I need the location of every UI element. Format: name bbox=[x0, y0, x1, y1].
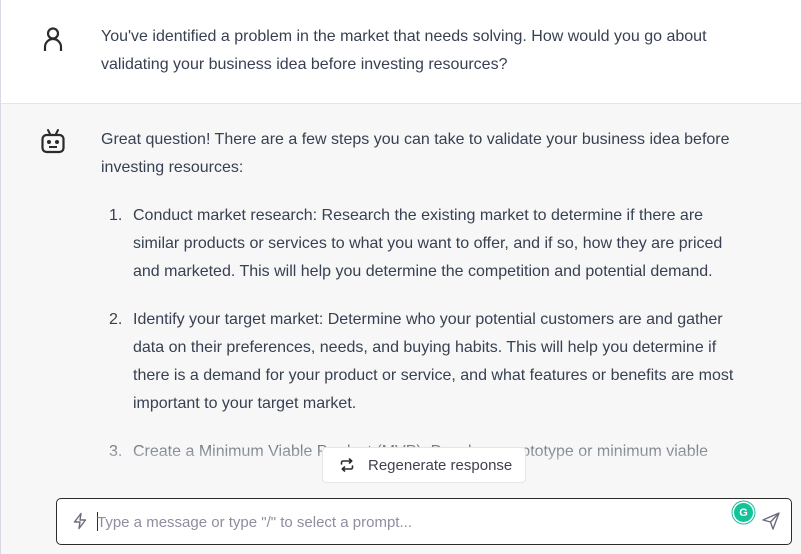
step-text: Identify your target market: Determine w… bbox=[133, 311, 734, 412]
steps-list: 1. Conduct market research: Research the… bbox=[101, 202, 741, 466]
composer: G bbox=[56, 498, 792, 545]
user-message-text: You've identified a problem in the marke… bbox=[101, 28, 707, 73]
refresh-icon bbox=[340, 458, 354, 472]
step-text: Conduct market research: Research the ex… bbox=[133, 207, 723, 280]
assistant-intro: Great question! There are a few steps yo… bbox=[101, 131, 730, 176]
send-icon[interactable] bbox=[761, 511, 781, 531]
grammarly-icon[interactable]: G bbox=[734, 503, 753, 522]
user-message: You've identified a problem in the marke… bbox=[1, 0, 801, 104]
step-number: 1. bbox=[109, 207, 123, 224]
robot-avatar-icon bbox=[41, 129, 65, 154]
regenerate-label: Regenerate response bbox=[368, 456, 513, 474]
assistant-message: Great question! There are a few steps yo… bbox=[1, 104, 801, 554]
list-item: 2. Identify your target market: Determin… bbox=[101, 306, 741, 418]
bolt-icon[interactable] bbox=[71, 512, 89, 530]
step-number: 3. bbox=[109, 443, 123, 460]
list-item: 1. Conduct market research: Research the… bbox=[101, 202, 741, 286]
step-number: 2. bbox=[109, 311, 123, 328]
regenerate-response-button[interactable]: Regenerate response bbox=[322, 447, 526, 483]
user-avatar-icon bbox=[43, 27, 63, 51]
assistant-message-text: Great question! There are a few steps yo… bbox=[101, 126, 741, 486]
message-input[interactable] bbox=[97, 510, 717, 534]
